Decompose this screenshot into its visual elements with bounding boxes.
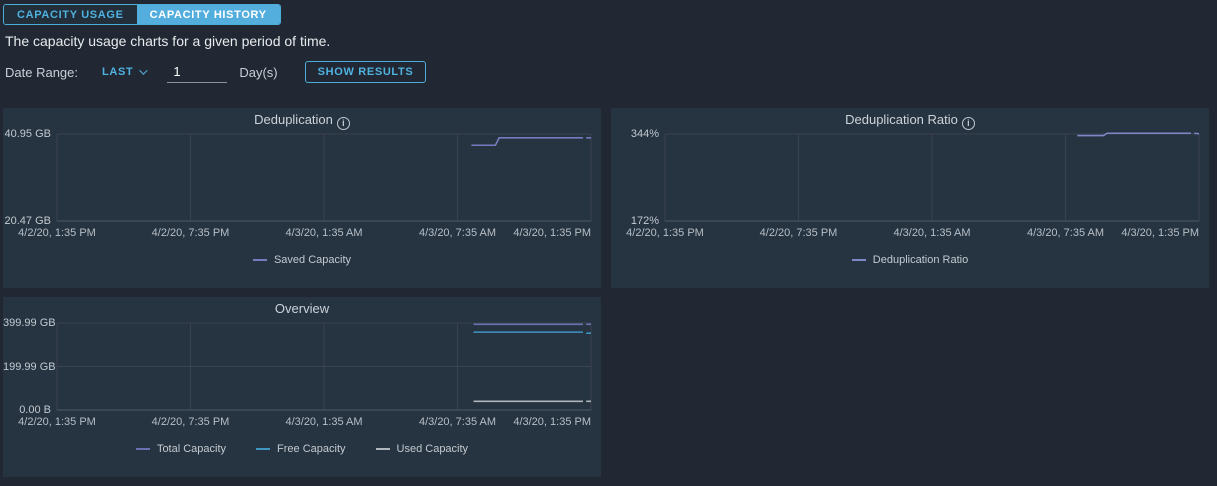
y-axis-label: 199.99 GB <box>3 360 56 373</box>
y-axis-label: 0.00 B <box>19 404 51 416</box>
x-axis-label: 4/3/20, 7:35 AM <box>418 227 497 239</box>
chart-legend: Deduplication Ratio <box>611 254 1209 266</box>
legend-label: Saved Capacity <box>273 254 352 266</box>
x-axis-label: 4/2/20, 1:35 PM <box>18 416 96 428</box>
x-axis-label: 4/2/20, 7:35 PM <box>759 227 838 239</box>
x-axis-label: 4/2/20, 7:35 PM <box>151 227 230 239</box>
show-results-button[interactable]: SHOW RESULTS <box>304 61 427 83</box>
legend-item: Total Capacity <box>135 443 227 455</box>
date-range-label: Date Range: <box>5 64 78 80</box>
chart-panel-deduplication: Deduplication i 40.95 GB 20.47 GB 4/2/20, 1… <box>3 108 601 288</box>
tab-capacity-history[interactable]: CAPACITY HISTORY <box>136 5 280 24</box>
legend-label: Free Capacity <box>277 443 346 455</box>
capacity-tab-group: CAPACITY USAGE CAPACITY HISTORY <box>3 4 281 25</box>
x-axis-label: 4/3/20, 7:35 AM <box>1026 227 1105 239</box>
legend-line-icon <box>375 448 390 450</box>
y-axis-label: 40.95 GB <box>4 128 51 140</box>
x-axis-label: 4/3/20, 7:35 AM <box>418 416 497 428</box>
x-axis-label: 4/3/20, 1:35 AM <box>893 227 971 239</box>
legend-line-icon <box>256 448 271 450</box>
days-unit-label: Day(s) <box>239 64 278 80</box>
y-axis-label: 399.99 GB <box>3 317 56 329</box>
y-axis-label: 172% <box>630 215 659 227</box>
series-end-dash <box>1194 132 1200 135</box>
tab-capacity-usage[interactable]: CAPACITY USAGE <box>4 5 137 24</box>
legend-label: Used Capacity <box>396 443 469 455</box>
x-axis-label: 4/3/20, 1:35 PM <box>513 416 591 428</box>
legend-label: Deduplication Ratio <box>872 254 969 266</box>
series-line <box>471 137 583 147</box>
x-axis-label: 4/3/20, 1:35 AM <box>285 416 363 428</box>
last-dropdown[interactable]: LAST <box>102 66 149 78</box>
x-axis-label: 4/2/20, 7:35 PM <box>151 416 230 428</box>
date-range-filter: Date Range: LAST Day(s) SHOW RESULTS <box>5 60 427 84</box>
legend-item: Free Capacity <box>256 443 346 455</box>
x-axis-label: 4/3/20, 1:35 PM <box>513 227 591 239</box>
x-axis-label: 4/2/20, 1:35 PM <box>18 227 96 239</box>
legend-line-icon <box>135 448 150 450</box>
legend-item: Used Capacity <box>375 443 469 455</box>
chart-legend: Total Capacity Free Capacity Used Capacity <box>3 443 601 455</box>
chart-legend: Saved Capacity <box>3 254 601 266</box>
last-dropdown-label: LAST <box>102 66 134 78</box>
x-axis-label: 4/3/20, 1:35 AM <box>285 227 363 239</box>
legend-line-icon <box>252 259 267 261</box>
x-axis-label: 4/3/20, 1:35 PM <box>1121 227 1199 239</box>
y-axis-label: 344% <box>630 128 659 140</box>
legend-item: Saved Capacity <box>252 254 352 266</box>
page-description: The capacity usage charts for a given pe… <box>5 33 331 49</box>
x-axis-label: 4/2/20, 1:35 PM <box>626 227 704 239</box>
legend-label: Total Capacity <box>156 443 227 455</box>
chevron-down-icon <box>139 66 149 75</box>
y-axis-label: 20.47 GB <box>4 215 51 227</box>
legend-item: Deduplication Ratio <box>851 254 969 266</box>
legend-line-icon <box>851 259 866 261</box>
days-input[interactable] <box>167 61 228 83</box>
chart-panel-overview: Overview 399.99 GB 199.99 GB 0.00 B 4/2/20,… <box>3 297 601 477</box>
chart-panel-deduplication-ratio: Deduplication Ratio i 344% 172% 4/2/20, 1:3… <box>611 108 1209 288</box>
